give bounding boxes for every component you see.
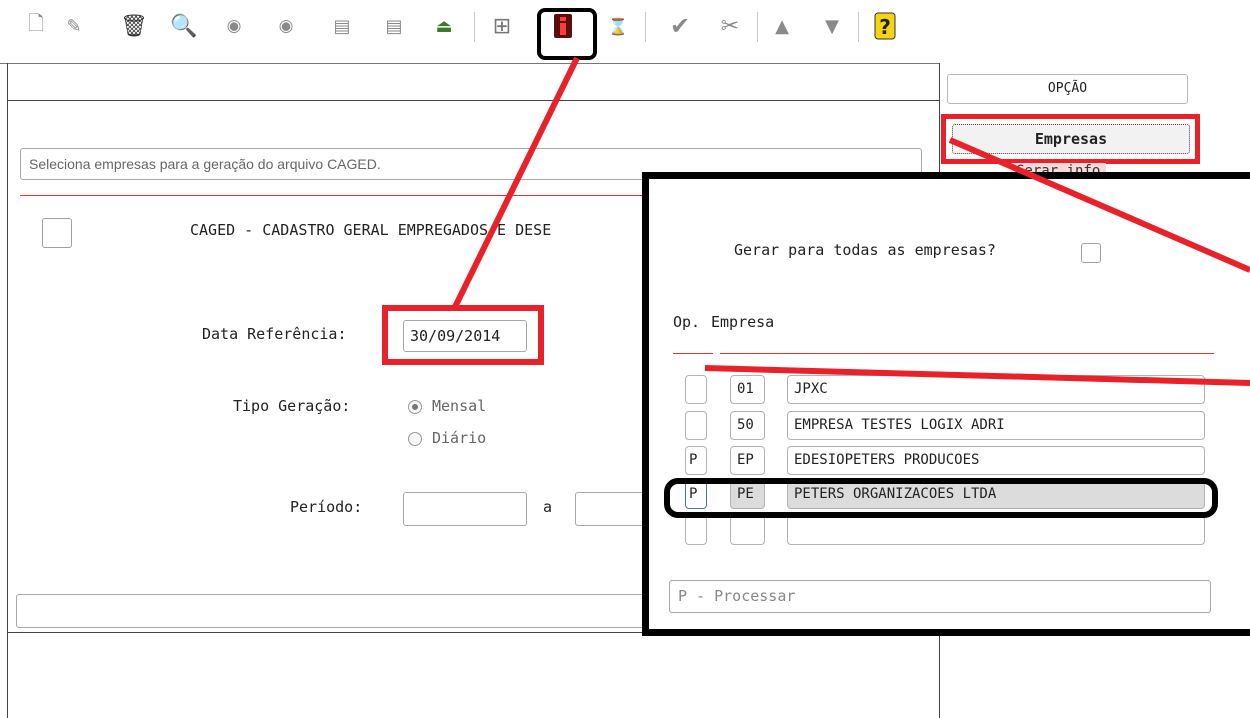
tools-icon[interactable]: ✂ [716,12,744,40]
svg-text:?: ? [879,15,891,39]
todas-empresas-checkbox[interactable] [1081,243,1101,263]
opcao-button[interactable]: OPÇÃO [947,74,1188,104]
annotation-line-info [452,56,580,309]
toolbar-divider [0,63,940,64]
radio-diario[interactable] [408,432,422,446]
up-icon[interactable]: ▲ [768,12,796,40]
search-icon[interactable]: 🔍 [170,12,198,40]
radio-mensal-label: Mensal [432,397,487,415]
row-op-cell[interactable] [685,411,707,440]
col-empresa-header: Empresa [711,313,775,331]
periodo-label: Período: [290,498,363,516]
form-title: CAGED - CADASTRO GERAL EMPREGADOS E DESE [190,221,552,239]
toolbar-separator [858,12,859,42]
periodo-separator: a [543,498,553,516]
todas-empresas-label: Gerar para todas as empresas? [734,241,996,259]
next-icon[interactable]: ◉ [272,12,300,40]
radio-diario-label: Diário [432,429,487,447]
row-code-cell: 01 [730,375,765,404]
filter-icon[interactable]: ▼ [818,12,846,40]
row-op-cell[interactable]: P [685,446,707,475]
annotation-box-data-ref [382,305,544,365]
toolbar-separator [645,12,646,42]
previous-icon[interactable]: ◉ [220,12,248,40]
exit-icon[interactable]: ⏏ [430,12,458,40]
col-empresa-rule [720,353,1214,354]
toolbar-separator [757,12,758,42]
row-op-cell[interactable] [685,375,707,404]
hourglass-icon[interactable]: ⌛ [604,12,632,40]
row-code-cell: EP [730,446,765,475]
help-icon[interactable]: ? [871,12,899,40]
empresas-button[interactable]: Empresas [952,124,1190,154]
col-op-header: Op. [673,313,701,331]
col-op-rule [673,353,713,354]
row-name-cell: EMPRESA TESTES LOGIX ADRI [787,411,1205,440]
periodo-start-input[interactable] [403,492,527,526]
edit-icon[interactable]: ✎ [60,12,88,40]
binoculars-icon[interactable]: ⊞ [488,12,516,40]
main-panel-left-border [7,63,8,718]
annotation-box-info-icon [537,8,597,60]
row-name-cell: JPXC [787,375,1205,404]
tipo-geracao-label: Tipo Geração: [233,397,351,415]
row-op-cell[interactable] [685,516,707,545]
form-top-border [7,100,940,101]
status-field [16,594,656,628]
print-icon[interactable]: ▤ [328,12,356,40]
toolbar-separator [474,12,475,42]
check-icon[interactable]: ✔ [666,12,694,40]
trash-icon[interactable]: 🗑 [120,12,148,40]
row-code-cell: 50 [730,411,765,440]
data-ref-label: Data Referência: [202,325,347,343]
legend-field: P - Processar [669,580,1211,613]
radio-mensal[interactable] [408,400,422,414]
annotation-box-selected-row [664,478,1218,518]
row-name-cell: EDESIOPETERS PRODUCOES [787,446,1205,475]
print-preview-icon[interactable]: ▤ [380,12,408,40]
caged-checkbox[interactable] [42,218,72,248]
row-code-cell [730,516,765,545]
row-name-cell [787,516,1205,545]
periodo-end-input[interactable] [575,492,645,526]
new-document-icon[interactable]: 🗋 [22,11,50,40]
